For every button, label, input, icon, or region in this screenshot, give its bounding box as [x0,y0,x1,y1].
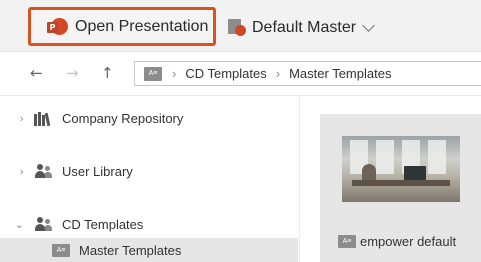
collapse-chevron-icon[interactable]: ⌄ [0,218,24,231]
powerpoint-icon: P [47,17,68,37]
template-thumbnail [342,136,460,202]
master-dropdown-label: Default Master [252,19,357,36]
address-bar[interactable]: A≡ › CD Templates › Master Templates [134,61,481,86]
expand-chevron-icon[interactable]: › [0,165,24,178]
books-icon [34,110,54,127]
breadcrumb-cd-templates[interactable]: CD Templates [185,66,266,81]
navigation-bar: ← → ↑ A≡ › CD Templates › Master Templat… [0,52,481,96]
template-folder-icon: A≡ [144,66,162,81]
sidebar-item-label: Company Repository [62,110,184,126]
shared-folder-icon [34,216,54,232]
forward-arrow-icon[interactable]: → [66,64,79,82]
content-pane: A≡ empower default [299,96,481,262]
template-folder-icon: A≡ [52,243,70,257]
template-name: empower default [360,234,457,249]
master-template-icon [228,19,246,37]
chevron-down-icon[interactable] [362,19,375,32]
sidebar-item-label: CD Templates [62,216,144,232]
sidebar-item-cd-templates[interactable]: ⌄ CD Templates [0,212,298,236]
open-presentation-button[interactable]: P Open Presentation [28,7,216,46]
expand-chevron-icon[interactable]: › [0,112,24,125]
sidebar-item-label: Master Templates [79,242,182,258]
sidebar-item-company-repository[interactable]: › Company Repository [0,106,298,130]
breadcrumb-chevron-icon: › [172,66,177,81]
breadcrumb-chevron-icon: › [275,66,281,81]
sidebar-item-master-templates[interactable]: A≡ Master Templates [0,238,298,262]
template-tile-label-row: A≡ empower default [338,234,456,249]
users-icon [34,163,54,179]
master-dropdown[interactable]: Default Master [228,17,375,39]
up-arrow-icon[interactable]: ↑ [101,64,114,82]
breadcrumb-master-templates[interactable]: Master Templates [289,66,391,81]
toolbar: P Open Presentation Default Master [0,0,481,52]
open-presentation-label: Open Presentation [75,17,209,35]
sidebar-item-label: User Library [62,163,133,179]
sidebar-item-user-library[interactable]: › User Library [0,159,298,183]
sidebar: › Company Repository › User Library ⌄ CD… [0,96,298,262]
template-tile[interactable]: A≡ empower default [320,114,481,262]
back-arrow-icon[interactable]: ← [30,64,43,82]
template-file-icon: A≡ [338,235,356,248]
